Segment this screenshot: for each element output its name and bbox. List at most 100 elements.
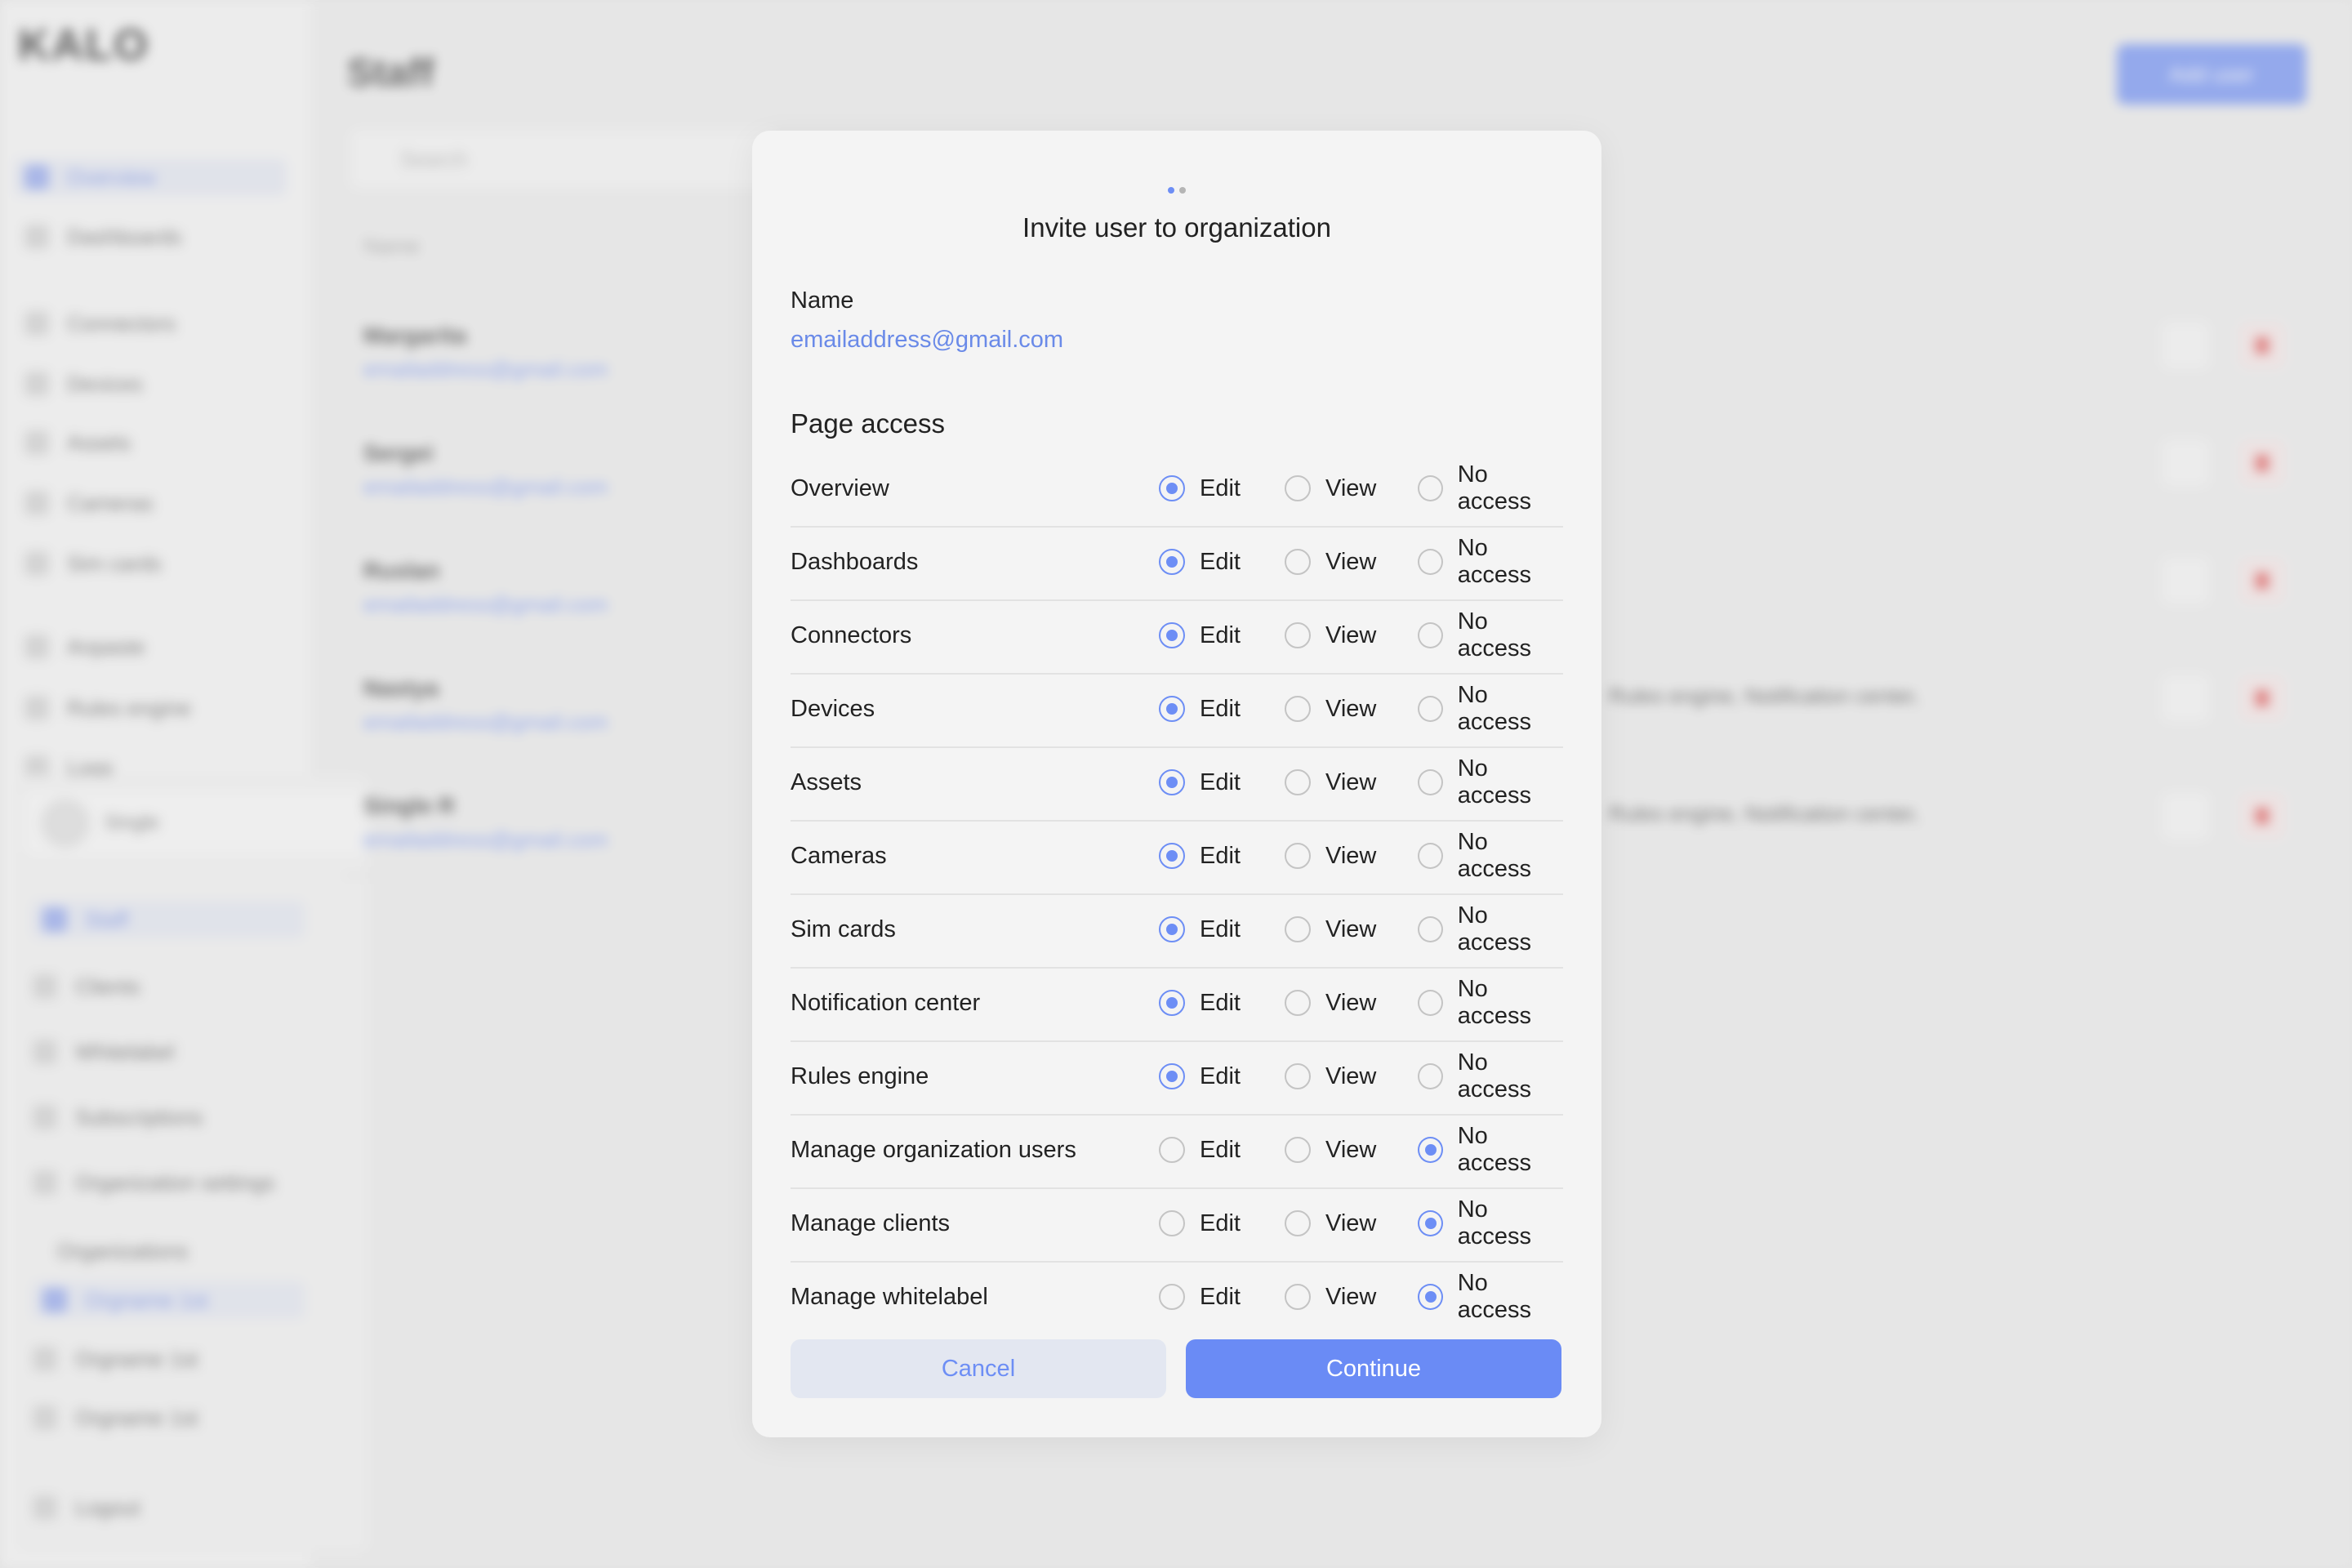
radio-none[interactable]	[1418, 1284, 1443, 1310]
permission-option-none[interactable]: No access	[1418, 675, 1563, 743]
radio-edit[interactable]	[1159, 1137, 1185, 1163]
permission-option-none[interactable]: No access	[1418, 1189, 1563, 1258]
radio-none[interactable]	[1418, 990, 1443, 1016]
permission-option-view[interactable]: View	[1285, 1263, 1376, 1331]
permission-option-none[interactable]: No access	[1418, 822, 1563, 890]
permission-option-edit[interactable]: Edit	[1159, 822, 1241, 890]
radio-view[interactable]	[1285, 1284, 1311, 1310]
permission-option-edit[interactable]: Edit	[1159, 528, 1241, 596]
radio-none[interactable]	[1418, 622, 1443, 648]
radio-none[interactable]	[1418, 1137, 1443, 1163]
radio-edit[interactable]	[1159, 1063, 1185, 1089]
step-dot	[1179, 187, 1186, 194]
permission-option-view[interactable]: View	[1285, 675, 1376, 743]
permission-row: Overview Edit View No access	[791, 454, 1563, 528]
permission-option-edit[interactable]: Edit	[1159, 1042, 1241, 1111]
permission-option-view[interactable]: View	[1285, 454, 1376, 523]
permission-option-none[interactable]: No access	[1418, 528, 1563, 596]
radio-view[interactable]	[1285, 622, 1311, 648]
permission-option-view[interactable]: View	[1285, 748, 1376, 817]
permission-option-view[interactable]: View	[1285, 895, 1376, 964]
permission-option-none[interactable]: No access	[1418, 454, 1563, 523]
option-label: Edit	[1200, 695, 1241, 722]
permission-option-edit[interactable]: Edit	[1159, 1263, 1241, 1331]
option-label: Edit	[1200, 768, 1241, 795]
radio-view[interactable]	[1285, 843, 1311, 869]
radio-edit[interactable]	[1159, 843, 1185, 869]
radio-view[interactable]	[1285, 1210, 1311, 1236]
permission-option-view[interactable]: View	[1285, 601, 1376, 670]
permission-option-edit[interactable]: Edit	[1159, 748, 1241, 817]
radio-none[interactable]	[1418, 696, 1443, 722]
option-label: No access	[1457, 461, 1531, 514]
permission-option-edit[interactable]: Edit	[1159, 1189, 1241, 1258]
radio-edit[interactable]	[1159, 549, 1185, 575]
radio-none[interactable]	[1418, 1063, 1443, 1089]
permission-option-edit[interactable]: Edit	[1159, 969, 1241, 1037]
permission-option-none[interactable]: No access	[1418, 969, 1563, 1037]
option-label: Edit	[1200, 1283, 1241, 1310]
option-label: Edit	[1200, 1209, 1241, 1236]
permission-option-edit[interactable]: Edit	[1159, 895, 1241, 964]
permission-page-name: Dashboards	[791, 549, 919, 575]
option-label: No access	[1457, 829, 1531, 882]
radio-none[interactable]	[1418, 916, 1443, 942]
step-indicator	[752, 183, 1601, 194]
permission-option-view[interactable]: View	[1285, 1116, 1376, 1184]
radio-view[interactable]	[1285, 696, 1311, 722]
radio-view[interactable]	[1285, 475, 1311, 501]
permission-row: Sim cards Edit View No access	[791, 895, 1563, 969]
cancel-button[interactable]: Cancel	[791, 1339, 1166, 1398]
radio-edit[interactable]	[1159, 990, 1185, 1016]
option-label: Edit	[1200, 548, 1241, 575]
permission-option-view[interactable]: View	[1285, 528, 1376, 596]
permission-row: Manage whitelabel Edit View No access	[791, 1263, 1563, 1334]
permission-row: Manage organization users Edit View No acce…	[791, 1116, 1563, 1189]
option-label: No access	[1457, 902, 1531, 956]
radio-edit[interactable]	[1159, 696, 1185, 722]
permission-page-name: Manage whitelabel	[791, 1284, 988, 1310]
radio-none[interactable]	[1418, 475, 1443, 501]
radio-none[interactable]	[1418, 769, 1443, 795]
permission-page-name: Notification center	[791, 990, 981, 1016]
permission-option-none[interactable]: No access	[1418, 895, 1563, 964]
radio-view[interactable]	[1285, 990, 1311, 1016]
radio-view[interactable]	[1285, 769, 1311, 795]
invite-user-modal: Invite user to organization Name emailad…	[752, 131, 1601, 1437]
permission-option-view[interactable]: View	[1285, 1189, 1376, 1258]
permission-page-name: Devices	[791, 696, 875, 722]
option-label: Edit	[1200, 1062, 1241, 1089]
permission-option-view[interactable]: View	[1285, 969, 1376, 1037]
radio-edit[interactable]	[1159, 475, 1185, 501]
permission-option-edit[interactable]: Edit	[1159, 454, 1241, 523]
radio-none[interactable]	[1418, 1210, 1443, 1236]
radio-view[interactable]	[1285, 1063, 1311, 1089]
permission-page-name: Rules engine	[791, 1063, 929, 1089]
permission-option-view[interactable]: View	[1285, 822, 1376, 890]
option-label: Edit	[1200, 989, 1241, 1016]
radio-view[interactable]	[1285, 1137, 1311, 1163]
permission-option-view[interactable]: View	[1285, 1042, 1376, 1111]
radio-none[interactable]	[1418, 549, 1443, 575]
radio-view[interactable]	[1285, 916, 1311, 942]
modal-title: Invite user to organization	[1022, 212, 1331, 243]
permission-option-edit[interactable]: Edit	[1159, 675, 1241, 743]
permission-option-edit[interactable]: Edit	[1159, 601, 1241, 670]
permission-option-edit[interactable]: Edit	[1159, 1116, 1241, 1184]
permission-option-none[interactable]: No access	[1418, 1042, 1563, 1111]
radio-edit[interactable]	[1159, 622, 1185, 648]
permission-option-none[interactable]: No access	[1418, 1116, 1563, 1184]
continue-button[interactable]: Continue	[1186, 1339, 1561, 1398]
page-access-title: Page access	[791, 408, 945, 439]
option-label: View	[1325, 915, 1377, 942]
permission-option-none[interactable]: No access	[1418, 1263, 1563, 1331]
radio-edit[interactable]	[1159, 769, 1185, 795]
radio-edit[interactable]	[1159, 916, 1185, 942]
permission-row: Notification center Edit View No access	[791, 969, 1563, 1042]
permission-option-none[interactable]: No access	[1418, 748, 1563, 817]
permission-option-none[interactable]: No access	[1418, 601, 1563, 670]
radio-none[interactable]	[1418, 843, 1443, 869]
radio-edit[interactable]	[1159, 1284, 1185, 1310]
radio-edit[interactable]	[1159, 1210, 1185, 1236]
radio-view[interactable]	[1285, 549, 1311, 575]
